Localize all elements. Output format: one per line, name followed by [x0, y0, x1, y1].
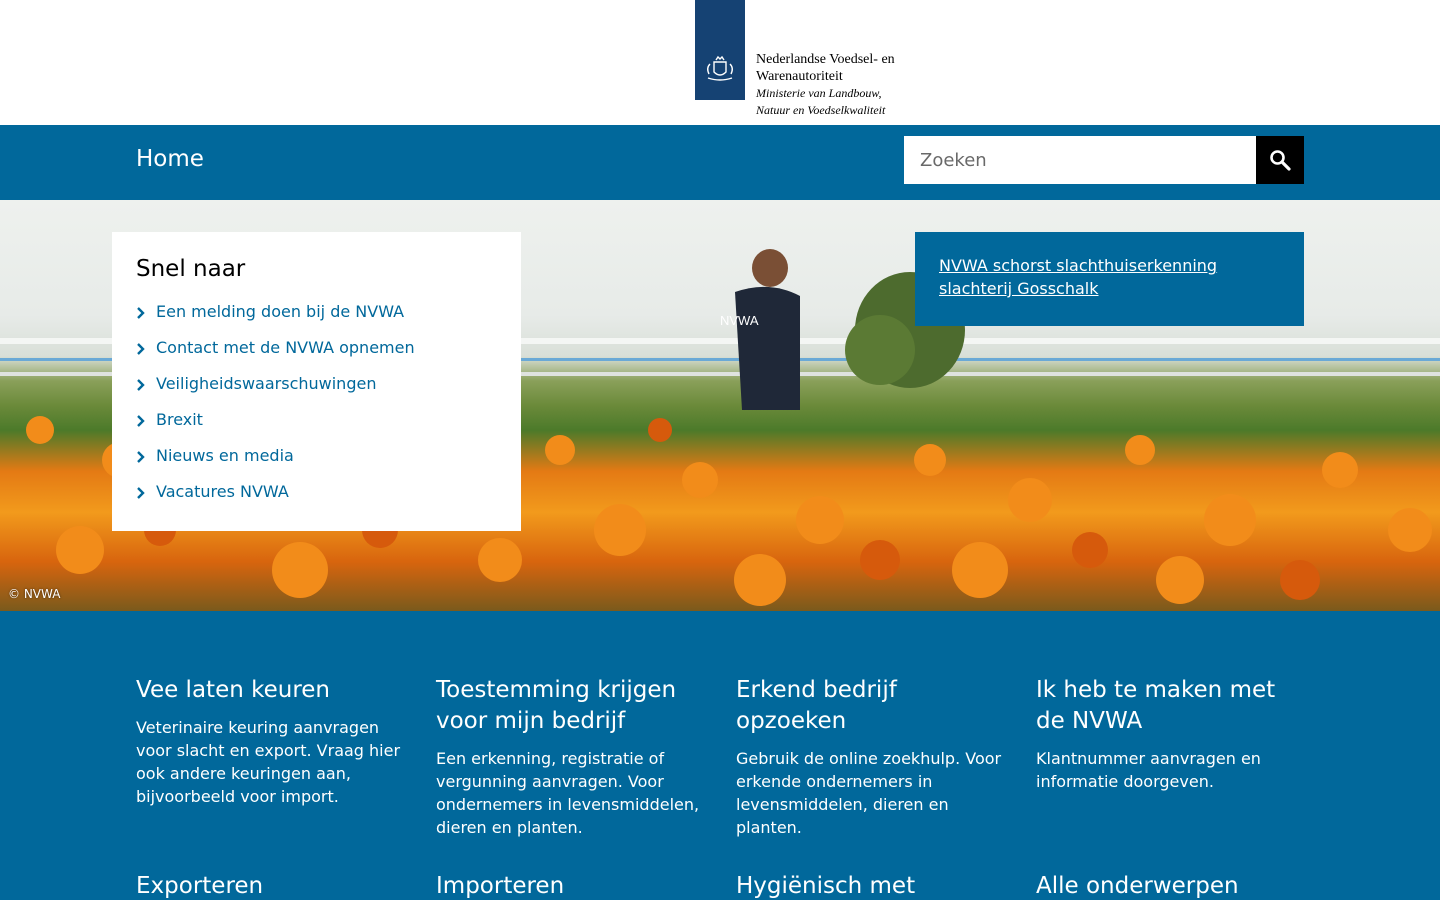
- hero: NVWA © NVWA Snel naar Een melding doen b…: [0, 200, 1440, 611]
- quicklink-item: Vacatures NVWA: [136, 482, 497, 518]
- quicklinks-panel: Snel naar Een melding doen bij de NVWA C…: [112, 232, 521, 531]
- main-nav: Home: [0, 125, 1440, 200]
- quicklink-item: Brexit: [136, 410, 497, 446]
- chevron-right-icon: [137, 379, 145, 391]
- topic-erkend-bedrijf[interactable]: Erkend bedrijf opzoeken Gebruik de onlin…: [736, 675, 1006, 839]
- topic-alle-onderwerpen[interactable]: Alle onderwerpen: [1036, 871, 1306, 900]
- chevron-right-icon: [137, 451, 145, 463]
- coat-of-arms-icon: [707, 55, 733, 81]
- nav-home-link[interactable]: Home: [136, 146, 204, 172]
- quicklink-item: Nieuws en media: [136, 446, 497, 482]
- topics-section: Vee laten keuren Veterinaire keuring aan…: [0, 611, 1440, 900]
- topic-toestemming[interactable]: Toestemming krijgen voor mijn bedrijf Ee…: [436, 675, 706, 839]
- quicklink-item: Veiligheidswaarschuwingen: [136, 374, 497, 410]
- topic-te-maken-met-nvwa[interactable]: Ik heb te maken met de NVWA Klantnummer …: [1036, 675, 1306, 793]
- quicklink-item: Een melding doen bij de NVWA: [136, 302, 497, 338]
- site-header: Nederlandse Voedsel- en Warenautoriteit …: [0, 0, 1440, 125]
- quicklink-nieuws[interactable]: Nieuws en media: [156, 446, 294, 465]
- chevron-right-icon: [137, 487, 145, 499]
- topic-description: Gebruik de online zoekhulp. Voor erkende…: [736, 749, 1002, 837]
- logo-sub-1: Ministerie van Landbouw,: [756, 86, 882, 100]
- topic-title: Ik heb te maken met de NVWA: [1036, 677, 1276, 734]
- topic-vee-keuren[interactable]: Vee laten keuren Veterinaire keuring aan…: [136, 675, 406, 808]
- quicklink-waarschuwingen[interactable]: Veiligheidswaarschuwingen: [156, 374, 376, 393]
- chevron-right-icon: [137, 415, 145, 427]
- topic-title: Alle onderwerpen: [1036, 873, 1239, 899]
- logo-line-2: Warenautoriteit: [756, 69, 843, 84]
- svg-text:NVWA: NVWA: [720, 313, 759, 328]
- topic-title: Exporteren: [136, 873, 264, 899]
- quicklink-contact[interactable]: Contact met de NVWA opnemen: [156, 338, 415, 357]
- topic-description: Een erkenning, registratie of vergunning…: [436, 749, 700, 837]
- chevron-right-icon: [137, 307, 145, 319]
- topic-description: Veterinaire keuring aanvragen voor slach…: [136, 718, 401, 806]
- topic-description: Klantnummer aanvragen en informatie door…: [1036, 749, 1261, 791]
- chevron-right-icon: [137, 343, 145, 355]
- quicklink-item: Contact met de NVWA opnemen: [136, 338, 497, 374]
- logo-text: Nederlandse Voedsel- en Warenautoriteit …: [756, 51, 936, 119]
- topic-title: Erkend bedrijf opzoeken: [736, 677, 897, 734]
- quicklink-vacatures[interactable]: Vacatures NVWA: [156, 482, 289, 501]
- topic-exporteren[interactable]: Exporteren: [136, 871, 406, 900]
- quicklink-brexit[interactable]: Brexit: [156, 410, 203, 429]
- topic-importeren[interactable]: Importeren: [436, 871, 706, 900]
- photo-credit: © NVWA: [8, 587, 61, 601]
- search-button[interactable]: [1256, 136, 1304, 184]
- quicklinks-list: Een melding doen bij de NVWA Contact met…: [136, 302, 497, 518]
- topic-title: Importeren: [436, 873, 565, 899]
- quicklinks-title: Snel naar: [136, 256, 246, 282]
- news-highlight: NVWA schorst slachthuiserkenning slachte…: [915, 232, 1304, 326]
- logo-line-1: Nederlandse Voedsel- en: [756, 52, 895, 67]
- topic-title: Vee laten keuren: [136, 677, 331, 703]
- logo-sub-2: Natuur en Voedselkwaliteit: [756, 103, 886, 117]
- topic-title: Hygiënisch met voedsel: [736, 873, 916, 899]
- topic-title: Toestemming krijgen voor mijn bedrijf: [436, 677, 677, 734]
- news-link[interactable]: NVWA schorst slachthuiserkenning slachte…: [939, 256, 1217, 298]
- search-input[interactable]: [904, 136, 1256, 184]
- search-icon: [1270, 150, 1291, 171]
- topic-hygienisch[interactable]: Hygiënisch met voedsel: [736, 871, 1006, 900]
- quicklink-melding[interactable]: Een melding doen bij de NVWA: [156, 302, 404, 321]
